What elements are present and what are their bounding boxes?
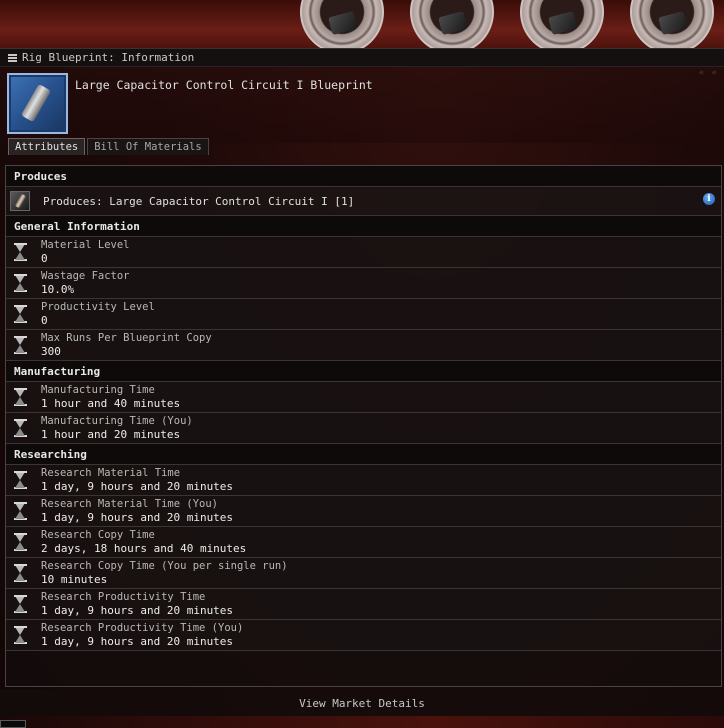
list-item: Research Productivity Time 1 day, 9 hours… — [6, 589, 721, 620]
menu-icon[interactable] — [8, 53, 17, 62]
capacitor-circuit-icon — [10, 191, 30, 211]
attribute-label: Research Copy Time (You per single run) — [41, 560, 288, 572]
section-title: General Information — [14, 219, 140, 233]
list-item: Wastage Factor 10.0% — [6, 268, 721, 299]
background-top-strip — [0, 0, 724, 50]
module-slot-icon[interactable] — [630, 0, 714, 50]
attribute-value: 10 minutes — [41, 573, 108, 586]
attribute-value: 1 day, 9 hours and 20 minutes — [41, 480, 234, 493]
module-slot-icon[interactable] — [300, 0, 384, 50]
section-produces: Produces — [6, 166, 721, 187]
attribute-value: 0 — [41, 252, 48, 265]
list-item: Research Copy Time 2 days, 18 hours and 4… — [6, 527, 721, 558]
section-title: Manufacturing — [14, 364, 101, 378]
attribute-value: 0 — [41, 314, 48, 327]
tab-bill-of-materials[interactable]: Bill Of Materials — [87, 138, 209, 155]
produces-text: Produces: Large Capacitor Control Circui… — [43, 194, 355, 208]
attribute-label: Research Material Time (You) — [41, 498, 219, 510]
module-slot-icon[interactable] — [410, 0, 494, 50]
hourglass-icon — [13, 274, 27, 292]
list-item: Research Copy Time (You per single run) 1… — [6, 558, 721, 589]
item-name: Large Capacitor Control Circuit I Bluepr… — [75, 78, 373, 92]
list-item: Productivity Level 0 — [6, 299, 721, 330]
attribute-value: 1 hour and 40 minutes — [41, 397, 181, 410]
hourglass-icon — [13, 336, 27, 354]
hourglass-icon — [13, 564, 27, 582]
tab-attributes[interactable]: Attributes — [8, 138, 86, 155]
hourglass-icon — [13, 305, 27, 323]
info-icon[interactable]: i — [703, 193, 715, 205]
attribute-value: 2 days, 18 hours and 40 minutes — [41, 542, 247, 555]
list-item: Research Material Time 1 day, 9 hours and… — [6, 465, 721, 496]
tab-bar: Attributes Bill Of Materials — [0, 137, 724, 155]
section-general-information: General Information — [6, 216, 721, 237]
module-slot-icon[interactable] — [520, 0, 604, 50]
attribute-value: 300 — [41, 345, 61, 358]
attribute-label: Research Material Time — [41, 467, 181, 479]
section-title: Produces — [14, 169, 67, 183]
window-title: Rig Blueprint: Information — [22, 51, 195, 64]
attribute-label: Research Productivity Time (You) — [41, 622, 244, 634]
attribute-label: Research Copy Time — [41, 529, 155, 541]
section-researching: Researching — [6, 444, 721, 465]
list-item: Research Material Time (You) 1 day, 9 hou… — [6, 496, 721, 527]
produces-row[interactable]: Produces: Large Capacitor Control Circui… — [6, 187, 721, 216]
section-title: Researching — [14, 447, 87, 461]
attribute-value: 10.0% — [41, 283, 75, 296]
taskbar-item[interactable] — [0, 720, 26, 728]
attribute-value: 1 day, 9 hours and 20 minutes — [41, 511, 234, 524]
list-item: Material Level 0 — [6, 237, 721, 268]
attribute-label: Max Runs Per Blueprint Copy — [41, 332, 212, 344]
hourglass-icon — [13, 243, 27, 261]
list-item: Manufacturing Time 1 hour and 40 minutes — [6, 382, 721, 413]
window-titlebar[interactable]: Rig Blueprint: Information — [0, 49, 724, 67]
attribute-label: Material Level — [41, 239, 130, 251]
attribute-label: Wastage Factor — [41, 270, 130, 282]
hourglass-icon — [13, 388, 27, 406]
list-item: Research Productivity Time (You) 1 day, 9… — [6, 620, 721, 651]
attributes-panel: Produces Produces: Large Capacitor Contr… — [5, 165, 722, 687]
hourglass-icon — [13, 419, 27, 437]
list-item: Max Runs Per Blueprint Copy 300 — [6, 330, 721, 361]
attribute-value: 1 day, 9 hours and 20 minutes — [41, 635, 234, 648]
attribute-value: 1 hour and 20 minutes — [41, 428, 181, 441]
list-item: Manufacturing Time (You) 1 hour and 20 mi… — [6, 413, 721, 444]
attribute-value: 1 day, 9 hours and 20 minutes — [41, 604, 234, 617]
item-header: Large Capacitor Control Circuit I Bluepr… — [0, 67, 724, 143]
hourglass-icon — [13, 626, 27, 644]
info-window: Rig Blueprint: Information « « Large Cap… — [0, 48, 724, 717]
section-manufacturing: Manufacturing — [6, 361, 721, 382]
hourglass-icon — [13, 533, 27, 551]
hourglass-icon — [13, 502, 27, 520]
attribute-label: Research Productivity Time — [41, 591, 206, 603]
background-bottom-strip — [0, 716, 724, 728]
blueprint-icon[interactable] — [7, 73, 68, 134]
attribute-label: Productivity Level — [41, 301, 155, 313]
hourglass-icon — [13, 595, 27, 613]
hourglass-icon — [13, 471, 27, 489]
attribute-label: Manufacturing Time — [41, 384, 155, 396]
attribute-label: Manufacturing Time (You) — [41, 415, 193, 427]
view-market-details-button[interactable]: View Market Details — [0, 689, 724, 717]
